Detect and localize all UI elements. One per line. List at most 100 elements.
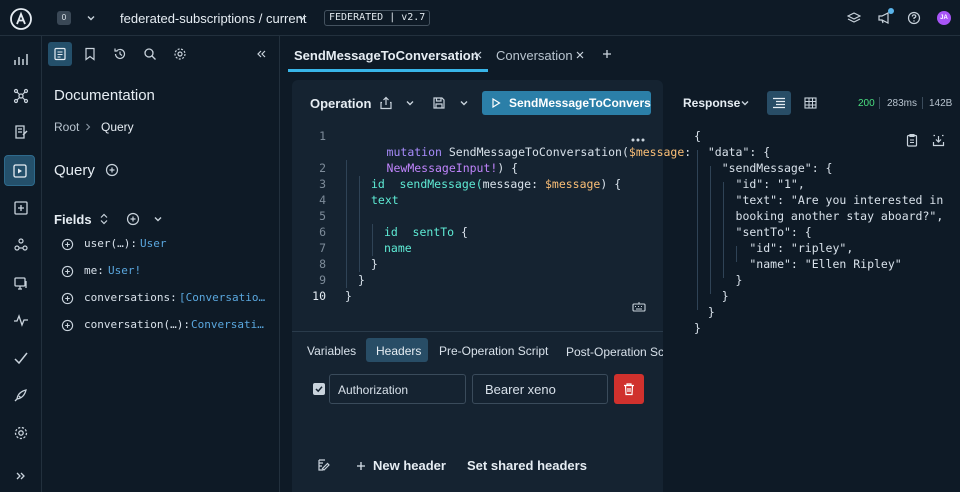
input-value: Bearer xeno: [485, 382, 556, 397]
help-icon[interactable]: [906, 10, 922, 26]
avatar[interactable]: JA: [937, 11, 951, 25]
set-shared-headers-button[interactable]: Set shared headers: [467, 458, 587, 473]
settings-gear-icon[interactable]: [11, 423, 31, 443]
sort-icon[interactable]: [96, 211, 112, 227]
operation-label: Operation: [310, 96, 372, 111]
line-number: 9: [319, 273, 326, 287]
line-number: 10: [312, 289, 326, 303]
field-list-item[interactable]: conversation(…): Conversati…: [60, 317, 275, 333]
chevron-down-icon[interactable]: [402, 95, 418, 111]
field-name: me:: [84, 264, 104, 277]
response-json-line: }: [694, 305, 715, 319]
close-icon[interactable]: [574, 49, 586, 61]
federation-badge: FEDERATED | v2.7: [324, 10, 431, 26]
documentation-panel: Documentation Root Query Query Fields us…: [42, 36, 280, 492]
graph-title[interactable]: federated-subscriptions / current: [120, 11, 306, 26]
close-icon[interactable]: [472, 49, 484, 61]
pulse-icon[interactable]: [11, 310, 31, 330]
chevron-down-icon[interactable]: [456, 95, 472, 111]
document-icon: [52, 46, 68, 62]
schema-graph-icon[interactable]: [11, 86, 31, 106]
checks-icon[interactable]: [11, 198, 31, 218]
fields-heading: Fields: [54, 212, 92, 227]
code-line: sendMessage(message: $message) {: [358, 160, 622, 191]
keyboard-icon[interactable]: [630, 300, 648, 314]
explorer-nav-button[interactable]: [4, 155, 35, 186]
panel-divider: [292, 331, 663, 332]
add-circle-icon[interactable]: [60, 237, 74, 251]
chevron-down-icon[interactable]: [738, 96, 752, 110]
more-options-icon[interactable]: [630, 134, 646, 146]
field-list-item[interactable]: user(…): User: [60, 236, 275, 252]
field-list-item[interactable]: conversations: [Conversatio…: [60, 290, 275, 306]
explorer-icon: [12, 163, 28, 179]
history-icon[interactable]: [112, 46, 128, 62]
line-number: 1: [319, 129, 326, 143]
header-enabled-checkbox[interactable]: [313, 383, 325, 395]
response-time: 283ms: [887, 98, 918, 109]
add-circle-icon[interactable]: [125, 211, 141, 227]
changelog-icon[interactable]: [11, 122, 31, 142]
add-circle-icon[interactable]: [60, 264, 74, 278]
collapse-panel-icon[interactable]: [253, 46, 269, 62]
field-type[interactable]: Conversati…: [191, 318, 264, 331]
tab-variables[interactable]: Variables: [307, 344, 356, 358]
code-line: }: [371, 257, 378, 271]
top-bar: 0 federated-subscriptions / current FEDE…: [0, 0, 960, 36]
chevron-down-icon[interactable]: [150, 211, 166, 227]
line-number: 5: [319, 209, 326, 223]
delete-header-button[interactable]: [614, 374, 644, 404]
field-type[interactable]: User!: [108, 264, 141, 277]
org-badge[interactable]: 0: [57, 11, 71, 25]
bookmark-icon[interactable]: [82, 46, 98, 62]
tab-post-operation-script[interactable]: Post-Operation Scr: [566, 344, 663, 360]
response-json-line: "sentTo": {: [694, 225, 812, 239]
tab-pre-operation-script[interactable]: Pre-Operation Script: [439, 344, 548, 358]
tab-conversation[interactable]: Conversation: [490, 36, 590, 72]
add-circle-icon[interactable]: [60, 291, 74, 305]
download-icon[interactable]: [930, 132, 946, 148]
docs-tab-button[interactable]: [48, 42, 72, 66]
save-icon[interactable]: [431, 95, 447, 111]
apollo-logo-icon[interactable]: [8, 6, 34, 32]
header-key-input[interactable]: Authorization: [329, 374, 466, 404]
line-number: 7: [319, 241, 326, 255]
run-operation-button[interactable]: SendMessageToConversa: [482, 91, 651, 115]
clients-icon[interactable]: [11, 235, 31, 255]
notification-dot: [888, 8, 894, 14]
table-view-icon[interactable]: [802, 95, 818, 111]
response-json-line: "sendMessage": {: [694, 161, 833, 175]
add-tab-icon[interactable]: [600, 47, 614, 61]
line-number: 2: [319, 161, 326, 175]
add-circle-icon[interactable]: [60, 318, 74, 332]
check-mark-icon[interactable]: [11, 348, 31, 368]
tab-headers[interactable]: Headers: [366, 338, 428, 362]
tab-send-message[interactable]: SendMessageToConversation: [288, 36, 488, 72]
new-header-button[interactable]: New header: [354, 457, 454, 475]
chevron-down-icon[interactable]: [84, 11, 98, 25]
response-json-line: "data": {: [694, 145, 771, 159]
input-value: Authorization: [338, 383, 409, 397]
code-line: name: [384, 241, 412, 255]
search-icon[interactable]: [142, 46, 158, 62]
field-type[interactable]: [Conversatio…: [179, 291, 265, 304]
layers-icon[interactable]: [846, 10, 862, 26]
header-value-input[interactable]: Bearer xeno: [472, 374, 608, 404]
field-type[interactable]: User: [140, 237, 167, 250]
tab-label: Conversation: [496, 48, 573, 63]
gear-icon[interactable]: [172, 46, 188, 62]
field-list-item[interactable]: me: User!: [60, 263, 275, 279]
edit-headers-icon[interactable]: [316, 457, 332, 473]
json-view-button[interactable]: [767, 91, 791, 115]
expand-rail-icon[interactable]: [11, 466, 31, 486]
code-editor[interactable]: 1 2 3 4 5 6 7 8 9 10 mutation SendMessag…: [292, 126, 691, 306]
copy-icon[interactable]: [904, 132, 920, 148]
launch-rocket-icon[interactable]: [11, 385, 31, 405]
response-json-line: }: [694, 273, 743, 287]
rocket-chart-icon[interactable]: [11, 49, 31, 69]
breadcrumb-root[interactable]: Root: [54, 120, 79, 134]
share-icon[interactable]: [378, 95, 394, 111]
chevron-down-icon[interactable]: [295, 11, 309, 25]
add-circle-icon[interactable]: [104, 162, 120, 178]
monitor-icon[interactable]: [11, 273, 31, 293]
